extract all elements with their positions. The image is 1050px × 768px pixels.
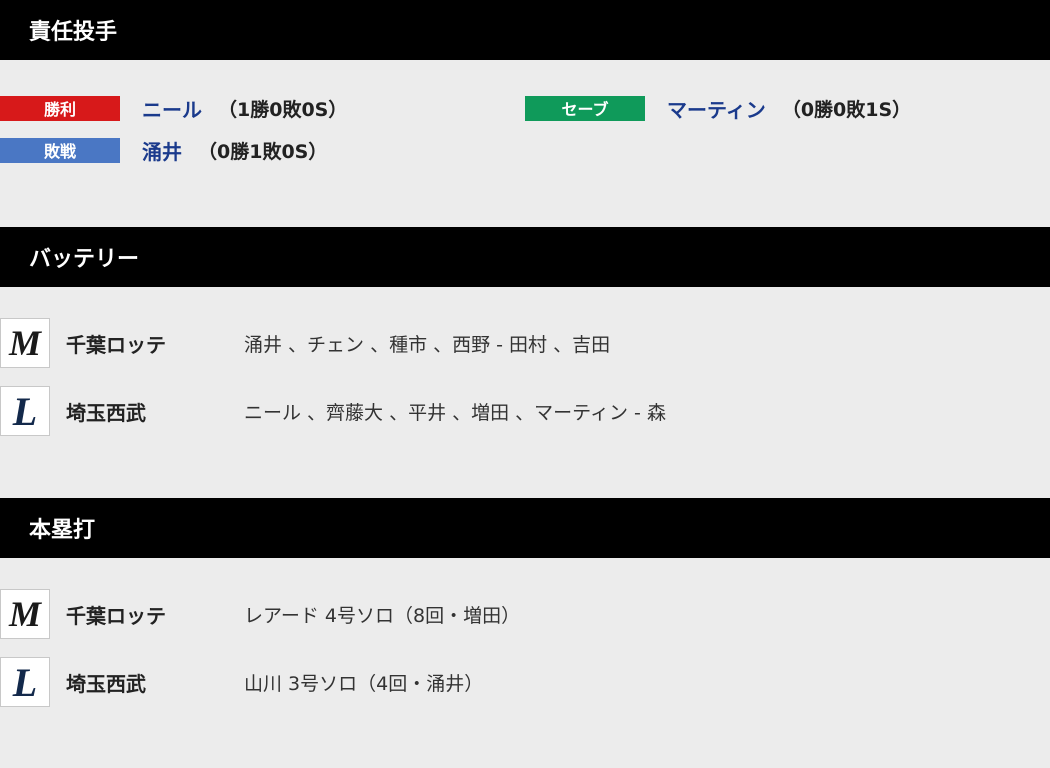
save-pitcher-row: セーブ マーティン （0勝0敗1S） <box>525 94 912 123</box>
lions-l-logo-icon: L <box>0 386 50 436</box>
marines-m-logo-icon: M <box>0 589 50 639</box>
responsible-pitchers: 勝利 ニール （1勝0敗0S） セーブ マーティン （0勝0敗1S） 敗戦 涌井… <box>0 60 1050 227</box>
lions-l-logo-icon: L <box>0 657 50 707</box>
team-name: 埼玉西武 <box>66 400 146 425</box>
team-name: 千葉ロッテ <box>66 332 166 357</box>
team-name: 埼玉西武 <box>66 671 146 696</box>
battery-detail: 涌井 、チェン 、種市 、西野 - 田村 、吉田 <box>244 333 611 356</box>
win-pitcher-link[interactable]: ニール <box>142 94 202 123</box>
battery-block: M 千葉ロッテ 涌井 、チェン 、種市 、西野 - 田村 、吉田 L 埼玉西武 … <box>0 287 1050 498</box>
save-pitcher-record: （0勝0敗1S） <box>781 98 912 121</box>
homerun-row-seibu: L 埼玉西武 山川 3号ソロ（4回・涌井） <box>0 656 483 708</box>
section-header-battery: バッテリー <box>0 227 1050 287</box>
homerun-detail: 山川 3号ソロ（4回・涌井） <box>244 672 484 695</box>
section-title: 本塁打 <box>29 518 96 543</box>
section-title: 責任投手 <box>29 20 118 45</box>
section-title: バッテリー <box>29 247 140 272</box>
section-header-responsible-pitchers: 責任投手 <box>0 0 1050 60</box>
win-pitcher-record: （1勝0敗0S） <box>218 98 348 121</box>
svg-text:M: M <box>8 594 43 634</box>
lose-pitcher-link[interactable]: 涌井 <box>142 136 182 165</box>
marines-m-logo-icon: M <box>0 318 50 368</box>
win-badge: 勝利 <box>0 95 120 121</box>
svg-text:L: L <box>12 389 37 433</box>
lose-pitcher-row: 敗戦 涌井 （0勝1敗0S） <box>0 136 328 165</box>
team-name: 千葉ロッテ <box>66 603 166 628</box>
win-pitcher-row: 勝利 ニール （1勝0敗0S） <box>0 94 348 123</box>
homerun-detail: レアード 4号ソロ（8回・増田） <box>244 604 521 627</box>
section-header-homeruns: 本塁打 <box>0 498 1050 558</box>
svg-text:L: L <box>12 660 37 704</box>
battery-row-seibu: L 埼玉西武 ニール 、齊藤大 、平井 、増田 、マーティン - 森 <box>0 385 666 437</box>
save-badge: セーブ <box>525 95 645 121</box>
lose-pitcher-record: （0勝1敗0S） <box>198 140 328 163</box>
lose-badge: 敗戦 <box>0 137 120 163</box>
battery-detail: ニール 、齊藤大 、平井 、増田 、マーティン - 森 <box>244 401 666 424</box>
save-pitcher-link[interactable]: マーティン <box>667 94 766 123</box>
battery-row-lotte: M 千葉ロッテ 涌井 、チェン 、種市 、西野 - 田村 、吉田 <box>0 317 610 369</box>
homerun-block: M 千葉ロッテ レアード 4号ソロ（8回・増田） L 埼玉西武 山川 3号ソロ（… <box>0 558 1050 768</box>
homerun-row-lotte: M 千葉ロッテ レアード 4号ソロ（8回・増田） <box>0 588 520 640</box>
svg-text:M: M <box>8 323 43 363</box>
